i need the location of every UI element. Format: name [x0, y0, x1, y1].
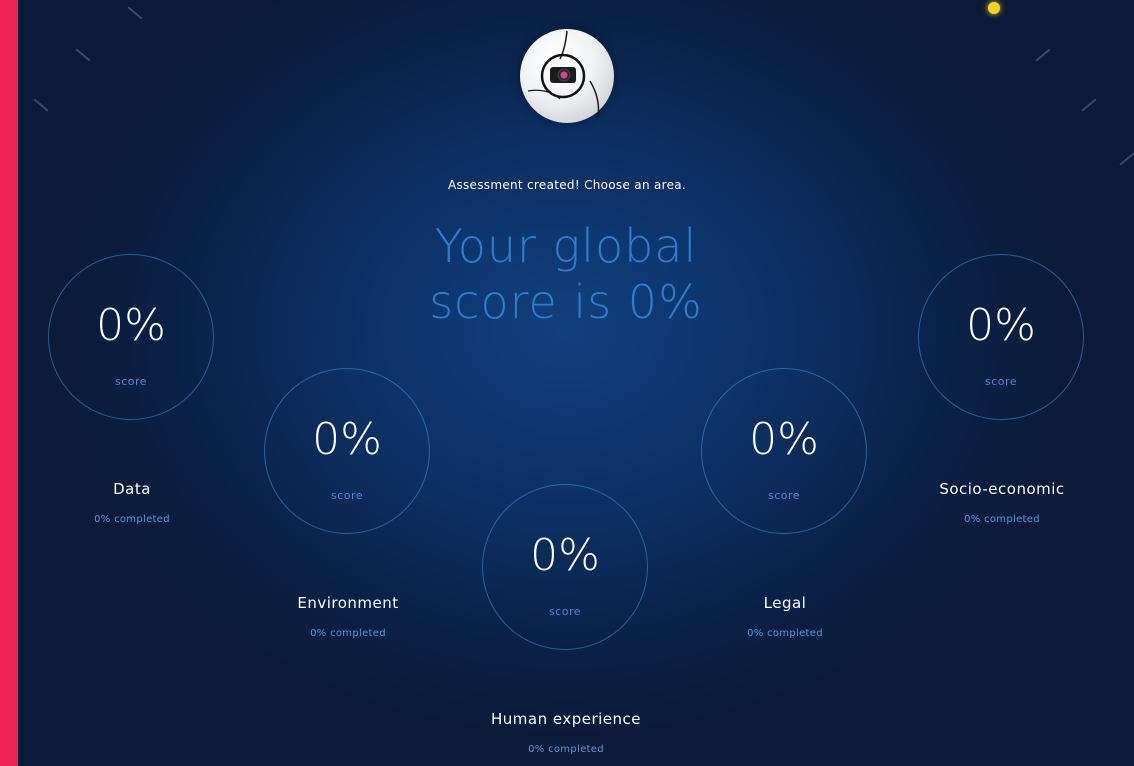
- area-score-percent: 0%: [530, 530, 600, 581]
- area-score-circle[interactable]: 0% score: [918, 254, 1084, 420]
- decorative-tick: [33, 98, 49, 112]
- assessment-status-message: Assessment created! Choose an area.: [447, 178, 687, 192]
- global-score-heading: Your global score is 0%: [429, 219, 703, 329]
- decorative-tick: [1119, 152, 1134, 166]
- area-progress: 0% completed: [747, 628, 823, 639]
- decorative-tick: [75, 48, 91, 62]
- area-score-circle[interactable]: 0% score: [48, 254, 214, 420]
- area-score-label: score: [114, 375, 148, 388]
- area-score-circle[interactable]: 0% score: [701, 368, 867, 534]
- area-score-label: score: [767, 489, 801, 502]
- area-name[interactable]: Socio-economic: [892, 480, 1112, 498]
- area-name[interactable]: Legal: [675, 594, 895, 612]
- area-score-circle[interactable]: 0% score: [482, 484, 648, 650]
- area-score-label: score: [330, 489, 364, 502]
- area-progress: 0% completed: [310, 628, 386, 639]
- assessment-screen: Assessment created! Choose an area. Your…: [18, 0, 1134, 766]
- area-progress: 0% completed: [964, 514, 1040, 525]
- area-progress: 0% completed: [528, 744, 604, 755]
- area-progress: 0% completed: [94, 514, 170, 525]
- area-score-percent: 0%: [96, 300, 166, 351]
- area-score-percent: 0%: [966, 300, 1036, 351]
- area-score-label: score: [548, 605, 582, 618]
- area-score-percent: 0%: [749, 414, 819, 465]
- status-indicator-dot: [988, 2, 1000, 14]
- decorative-tick: [1081, 98, 1097, 112]
- area-score-percent: 0%: [312, 414, 382, 465]
- area-score-label: score: [984, 375, 1018, 388]
- area-score-circle[interactable]: 0% score: [264, 368, 430, 534]
- area-name[interactable]: Human experience: [456, 710, 676, 728]
- decorative-tick: [1035, 48, 1051, 62]
- decorative-tick: [127, 6, 143, 20]
- robot-head-icon: [520, 29, 614, 123]
- area-name[interactable]: Data: [22, 480, 242, 498]
- area-name[interactable]: Environment: [238, 594, 458, 612]
